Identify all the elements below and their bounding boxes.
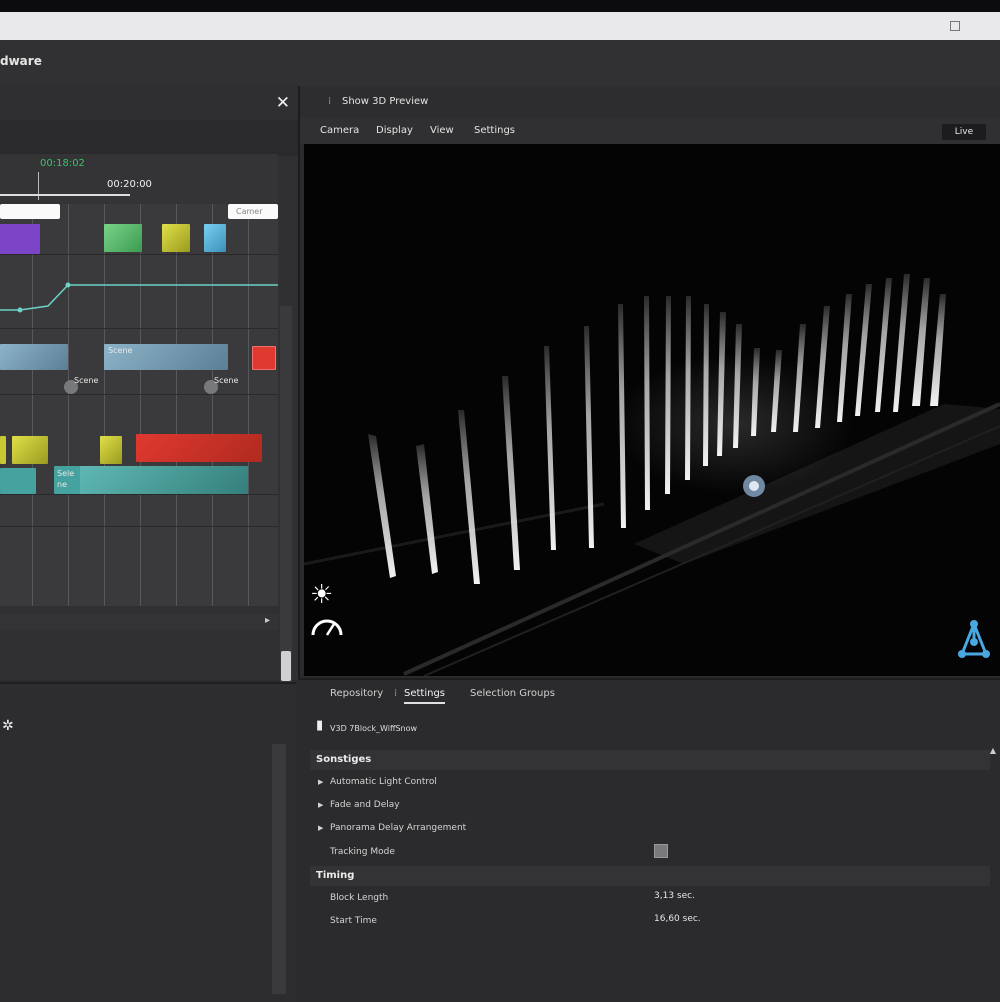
menu-display[interactable]: Display xyxy=(376,125,413,136)
window-title-bar xyxy=(0,12,1000,40)
restore-window-icon[interactable] xyxy=(950,21,960,31)
timeline-horizontal-scrollbar[interactable]: ▸ xyxy=(0,614,278,630)
tab-separator-icon: ⁞ xyxy=(394,688,398,699)
end-timecode: 00:20:00 xyxy=(107,179,152,190)
track-name-input-right[interactable]: Camer xyxy=(228,204,278,219)
current-timecode: 00:18:02 xyxy=(40,158,85,169)
scene-marker-label: Scene xyxy=(214,376,239,385)
scene-block[interactable] xyxy=(0,344,68,370)
prop-fade-and-delay[interactable]: Fade and Delay xyxy=(330,800,400,810)
cue-block-yellow[interactable] xyxy=(162,224,190,252)
expand-arrow-icon[interactable]: ▶ xyxy=(318,778,323,786)
basin-edge xyxy=(304,502,605,566)
grid-line xyxy=(32,204,33,606)
app-title: dware xyxy=(0,54,42,68)
start-time-value[interactable]: 16,60 sec. xyxy=(654,914,701,924)
cue-block-cyan[interactable] xyxy=(204,224,226,252)
expand-arrow-icon[interactable]: ▶ xyxy=(318,824,323,832)
section-header-sonstiges[interactable]: Sonstiges xyxy=(310,750,990,770)
prop-block-length: Block Length xyxy=(330,893,389,903)
tab-selection-groups[interactable]: Selection Groups xyxy=(470,688,555,699)
track-separator xyxy=(0,526,278,527)
cue-block-red[interactable] xyxy=(136,434,262,462)
preview-panel-header: ⁞ Show 3D Preview xyxy=(300,86,1000,118)
camera-target-core xyxy=(749,481,759,491)
panel-grip-icon[interactable]: ⁞ xyxy=(328,96,331,107)
bottom-left-panel: ✲ xyxy=(0,682,296,1002)
cue-block-teal[interactable]: Sele ne xyxy=(54,466,82,494)
grid-line xyxy=(176,204,177,606)
cue-block-label: Sele ne xyxy=(57,469,75,489)
scroll-right-icon[interactable]: ▸ xyxy=(265,615,270,626)
tab-repository[interactable]: Repository xyxy=(330,688,383,699)
properties-tabs: Repository ⁞ Settings Selection Groups xyxy=(298,680,1000,708)
fan-icon[interactable]: ✲ xyxy=(2,718,14,734)
cue-block-teal[interactable] xyxy=(0,468,36,494)
cue-block-yellow[interactable] xyxy=(12,436,48,464)
menu-camera[interactable]: Camera xyxy=(320,125,359,136)
track-separator xyxy=(0,494,278,495)
cue-block-red-small[interactable] xyxy=(252,346,276,370)
grid-line xyxy=(212,204,213,606)
time-ruler[interactable]: 00:18:02 00:20:00 xyxy=(0,154,278,204)
app-header: dware xyxy=(0,40,1000,86)
timeline-panel-header: ✕ xyxy=(0,86,298,120)
track-separator xyxy=(0,394,278,395)
track-name-input[interactable] xyxy=(0,204,60,219)
scroll-up-icon[interactable]: ▲ xyxy=(990,746,996,755)
prop-start-time: Start Time xyxy=(330,916,377,926)
timeline-toolbar xyxy=(0,120,298,156)
cue-block-yellow[interactable] xyxy=(100,436,122,464)
live-button[interactable]: Live xyxy=(942,124,986,140)
prop-automatic-light-control[interactable]: Automatic Light Control xyxy=(330,777,437,787)
block-length-value[interactable]: 3,13 sec. xyxy=(654,891,695,901)
scene-block[interactable]: Scene xyxy=(104,344,228,370)
prop-panorama-delay-arrangement[interactable]: Panorama Delay Arrangement xyxy=(330,823,466,833)
fountain-render xyxy=(304,274,1000,676)
expand-arrow-icon[interactable]: ▶ xyxy=(318,801,323,809)
sun-icon[interactable]: ☀ xyxy=(310,580,333,610)
gauge-icon[interactable] xyxy=(310,614,344,638)
time-range-bar[interactable] xyxy=(0,194,130,196)
prop-tracking-mode: Tracking Mode xyxy=(330,847,395,857)
bottom-left-scrollbar[interactable] xyxy=(272,744,286,994)
menu-view[interactable]: View xyxy=(430,125,454,136)
grid-line xyxy=(248,204,249,606)
preview-menu-bar: Camera Display View Settings Live xyxy=(300,118,1000,144)
3d-preview-viewport[interactable]: ☀ xyxy=(304,144,1000,676)
properties-panel: Repository ⁞ Settings Selection Groups ▮… xyxy=(298,678,1000,1002)
cue-block-purple[interactable] xyxy=(0,224,40,254)
scrollbar-thumb[interactable] xyxy=(281,651,291,681)
tracking-mode-checkbox[interactable] xyxy=(654,844,668,858)
monitor-bezel xyxy=(0,0,1000,12)
close-icon[interactable]: ✕ xyxy=(276,93,290,113)
section-header-timing[interactable]: Timing xyxy=(310,866,990,886)
grid-line xyxy=(68,204,69,606)
object-icon: ▮ xyxy=(316,718,324,733)
menu-settings[interactable]: Settings xyxy=(474,125,515,136)
preview-title: Show 3D Preview xyxy=(342,96,429,107)
network-icon[interactable] xyxy=(952,618,996,664)
scene-block-label: Scene xyxy=(108,346,133,355)
timeline-panel: ✕ 00:18:02 00:20:00 Camer Scene Scene Sc… xyxy=(0,86,300,686)
selected-object-name: V3D 7Block_WiffSnow xyxy=(330,724,418,733)
grid-line xyxy=(104,204,105,606)
cue-block-teal[interactable] xyxy=(80,466,248,494)
grid-line xyxy=(140,204,141,606)
timeline-editor[interactable]: 00:18:02 00:20:00 Camer Scene Scene Scen… xyxy=(0,154,278,606)
track-separator xyxy=(0,254,278,255)
timeline-vertical-scrollbar[interactable] xyxy=(280,306,292,686)
cue-block-green[interactable] xyxy=(104,224,142,252)
tab-settings[interactable]: Settings xyxy=(404,688,446,704)
cue-block-yellow[interactable] xyxy=(0,436,6,464)
automation-curve[interactable] xyxy=(0,274,278,334)
scene-marker-label: Scene xyxy=(74,376,99,385)
